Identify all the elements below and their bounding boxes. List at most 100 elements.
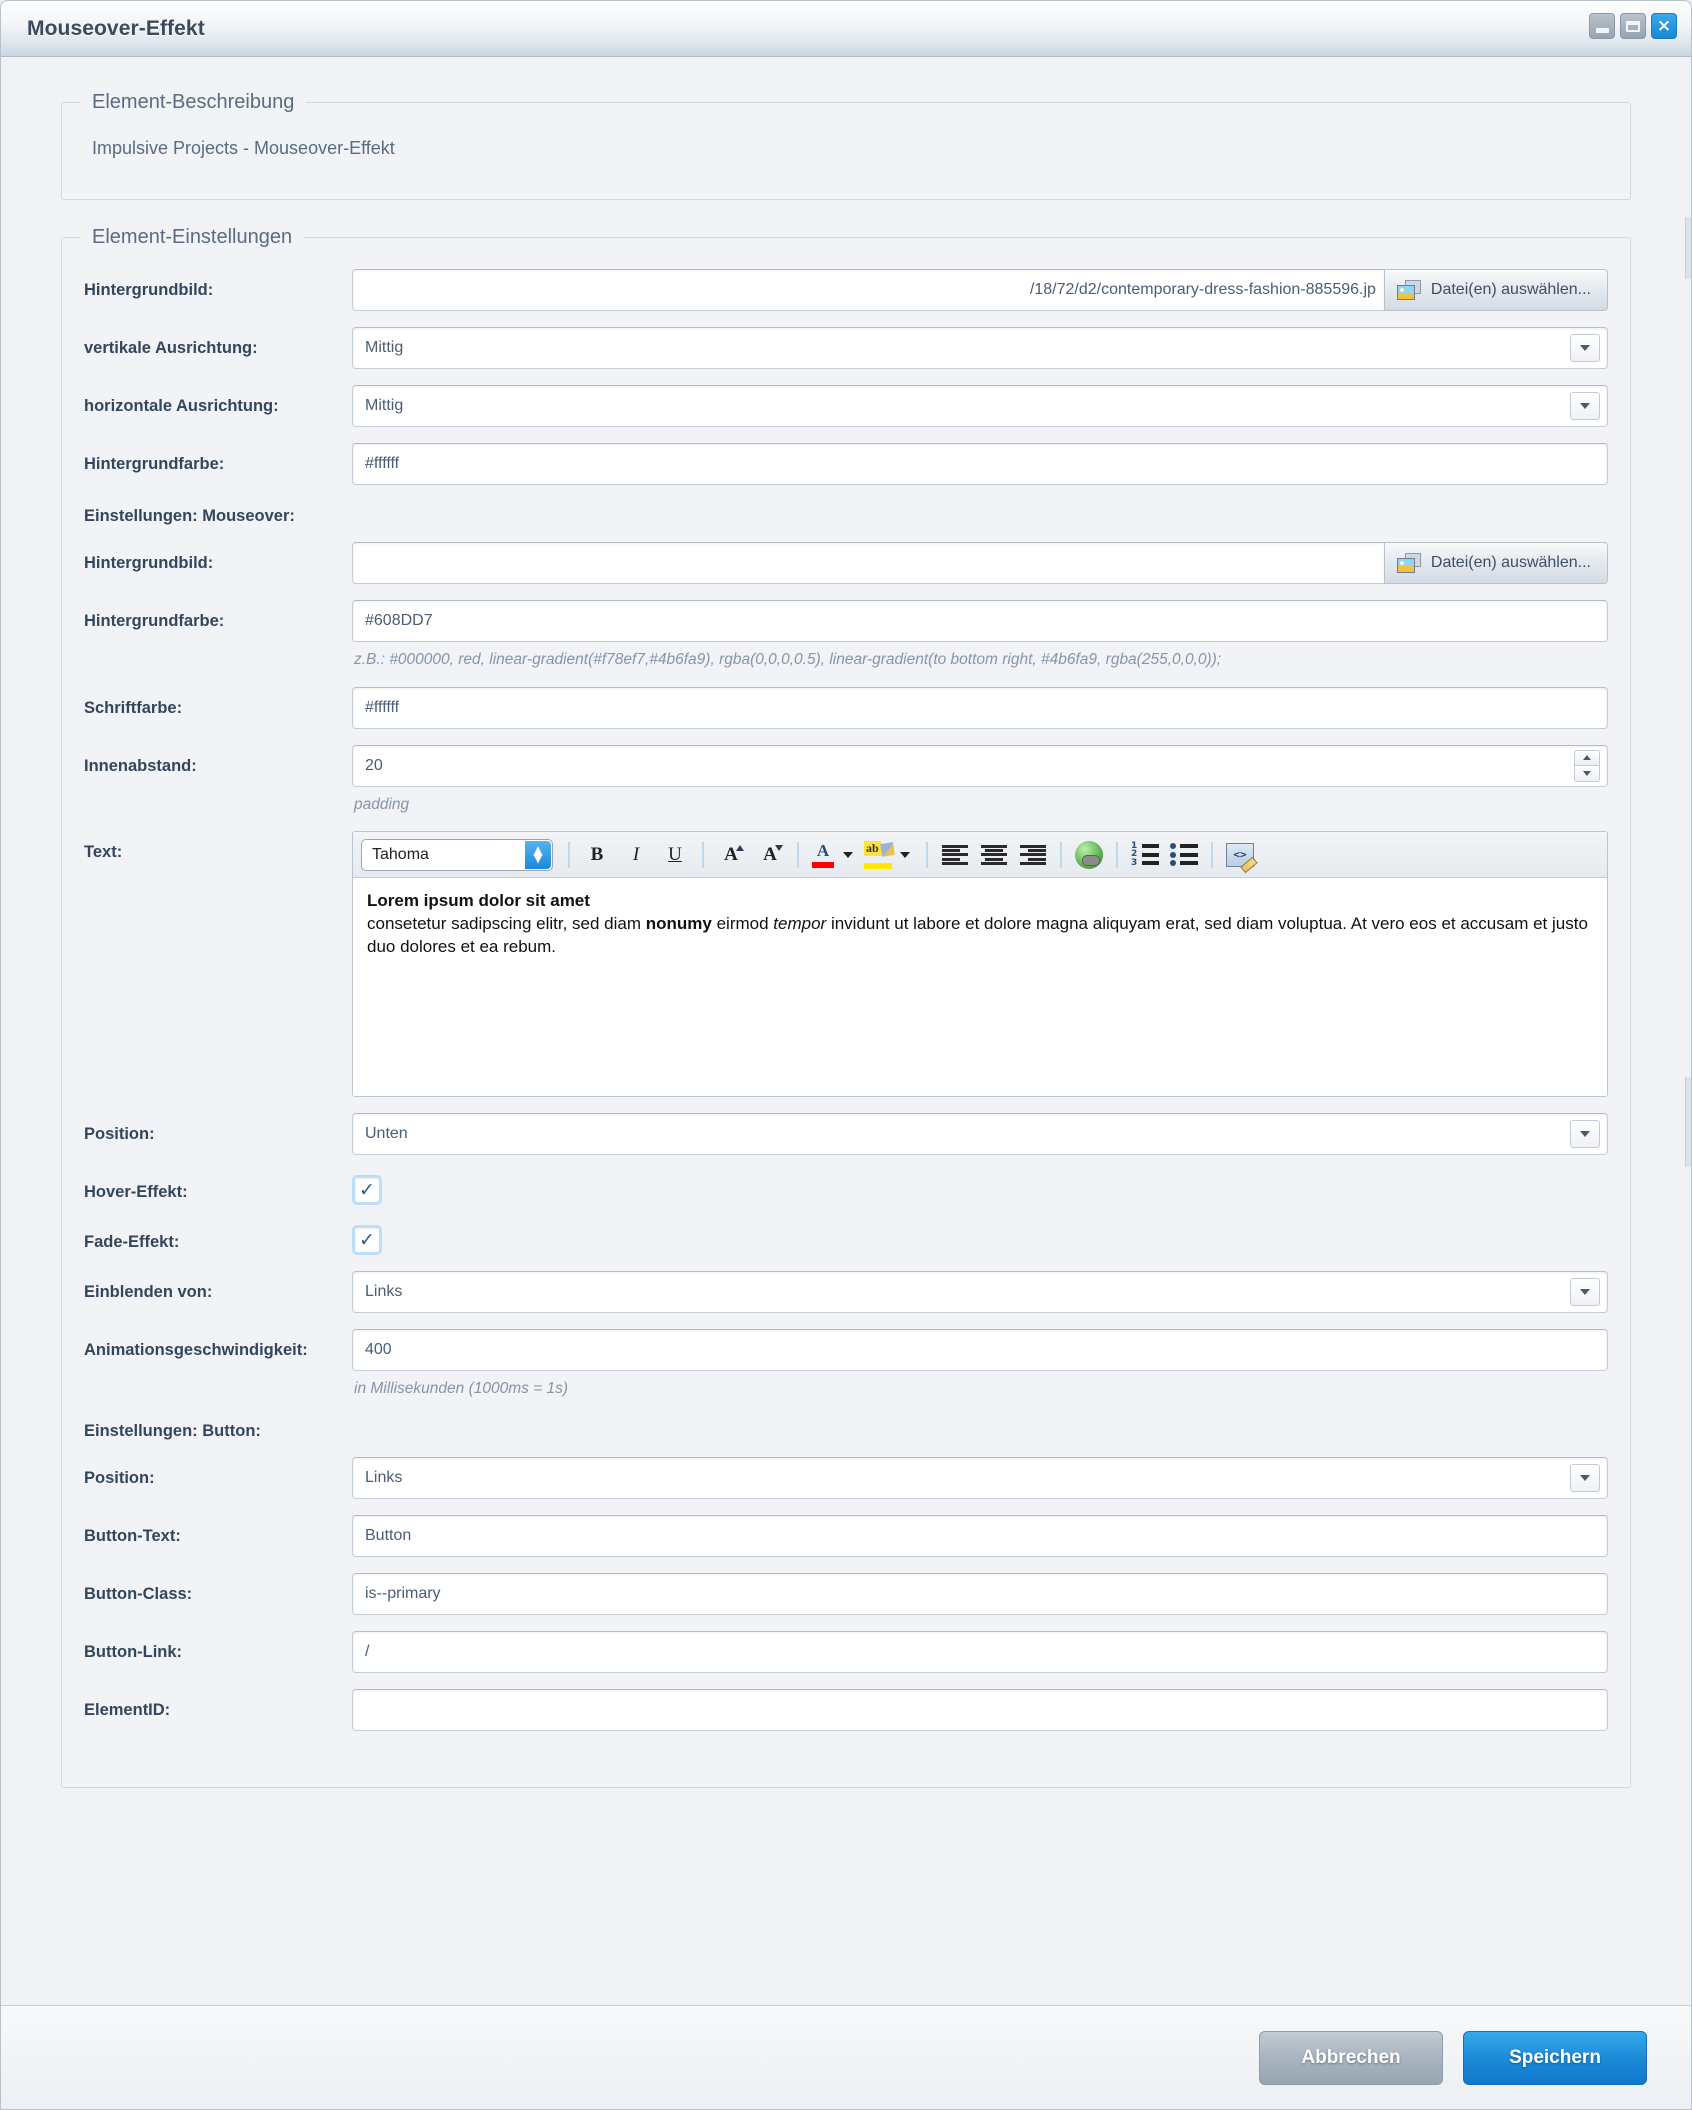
row-button-text: Button-Text: Button <box>84 1515 1608 1558</box>
insert-link-button[interactable] <box>1071 838 1107 872</box>
row-button-class: Button-Class: is--primary <box>84 1573 1608 1616</box>
control-horizontal-alignment: Mittig <box>352 385 1608 427</box>
label-element-id: ElementID: <box>84 1701 171 1720</box>
toolbar-separator <box>1116 841 1118 868</box>
input-mouseover-background-image[interactable] <box>352 542 1384 584</box>
control-background-image: /18/72/d2/contemporary-dress-fashion-885… <box>352 269 1608 311</box>
row-vertical-alignment: vertikale Ausrichtung: Mittig <box>84 327 1608 369</box>
align-center-button[interactable] <box>976 838 1012 872</box>
input-button-class[interactable]: is--primary <box>352 1573 1608 1616</box>
editor-text-bold: nonumy <box>645 914 712 934</box>
control-mouseover-background-image: Datei(en) auswählen... <box>352 542 1608 584</box>
control-background-color: #ffffff <box>352 443 1608 485</box>
row-background-image: Hintergrundbild: /18/72/d2/contemporary-… <box>84 269 1608 311</box>
label-font-color: Schriftfarbe: <box>84 698 183 717</box>
align-left-button[interactable] <box>937 838 973 872</box>
ordered-list-button[interactable]: 1 2 3 <box>1127 838 1163 872</box>
editor-content[interactable]: Lorem ipsum dolor sit amet consetetur sa… <box>353 878 1607 1096</box>
highlight-color-dropdown-icon[interactable] <box>900 851 910 858</box>
minimize-button[interactable] <box>1589 13 1615 39</box>
control-font-color: #ffffff <box>352 686 1608 729</box>
increase-font-size-button[interactable]: A <box>713 838 749 872</box>
toolbar-separator <box>702 841 704 868</box>
italic-button[interactable]: I <box>618 838 654 872</box>
label-button-link: Button-Link: <box>84 1643 183 1662</box>
row-text-editor: Text: Tahoma ▲ ▼ B I U A A A ab 1 2 3 <>… <box>84 831 1608 1098</box>
select-button-position[interactable]: Links <box>352 1457 1608 1500</box>
unordered-list-button[interactable] <box>1166 838 1202 872</box>
row-element-id: ElementID: <box>84 1689 1608 1732</box>
control-animation-speed: 400 in Millisekunden (1000ms = 1s) <box>352 1329 1608 1400</box>
maximize-icon <box>1626 20 1640 32</box>
highlight-icon: ab <box>864 840 881 856</box>
maximize-button[interactable] <box>1620 13 1646 39</box>
control-mouseover-background-color: #608DD7 z.B.: #000000, red, linear-gradi… <box>352 600 1608 671</box>
input-background-image[interactable]: /18/72/d2/contemporary-dress-fashion-885… <box>352 269 1384 311</box>
chevron-down-icon[interactable] <box>1570 1278 1600 1307</box>
editor-text-c: invidunt ut labore et dolore magna <box>826 914 1089 934</box>
label-mouseover-background-color: Hintergrundfarbe: <box>84 612 225 630</box>
font-family-stepper-icon[interactable]: ▲ ▼ <box>525 840 551 869</box>
label-text: Text: <box>84 843 123 862</box>
choose-files-button[interactable]: Datei(en) auswählen... <box>1383 269 1608 311</box>
dialog-window: Mouseover-Effekt × Element-Beschreibung … <box>0 0 1692 2110</box>
row-font-color: Schriftfarbe: #ffffff <box>84 686 1608 729</box>
toolbar-separator <box>797 841 799 868</box>
image-picker-icon <box>1396 553 1421 573</box>
toolbar-separator <box>568 841 570 868</box>
bold-button[interactable]: B <box>579 838 615 872</box>
highlight-color-button[interactable]: ab <box>863 840 895 870</box>
globe-link-icon <box>1075 840 1103 869</box>
input-mouseover-background-color[interactable]: #608DD7 <box>352 600 1608 642</box>
font-family-select[interactable]: Tahoma ▲ ▼ <box>361 838 553 871</box>
highlight-pen-icon <box>880 842 895 857</box>
input-padding[interactable]: 20 <box>352 744 1608 787</box>
select-vertical-alignment[interactable]: Mittig <box>352 327 1608 369</box>
control-hover-effect: ✓ <box>352 1171 1608 1206</box>
chevron-down-icon[interactable] <box>1570 392 1600 420</box>
padding-stepper[interactable] <box>1574 749 1600 782</box>
editor-content-paragraph: consetetur sadipscing elitr, sed diam no… <box>367 913 1593 959</box>
row-button-position: Position: Links <box>84 1457 1608 1500</box>
input-button-link[interactable]: / <box>352 1631 1608 1674</box>
select-mouseover-position[interactable]: Unten <box>352 1113 1608 1156</box>
font-family-value: Tahoma <box>372 845 429 863</box>
element-description-legend: Element-Beschreibung <box>92 91 295 113</box>
checkbox-hover-effect[interactable]: ✓ <box>352 1175 382 1206</box>
input-element-id[interactable] <box>352 1689 1608 1732</box>
stepper-down-icon[interactable] <box>1574 765 1600 782</box>
input-background-color[interactable]: #ffffff <box>352 443 1608 485</box>
select-fade-from[interactable]: Links <box>352 1271 1608 1314</box>
label-horizontal-alignment: horizontale Ausrichtung: <box>84 397 279 415</box>
underline-button[interactable]: U <box>657 838 693 872</box>
editor-text-b: eirmod <box>711 914 774 934</box>
decrease-font-size-button[interactable]: A <box>752 838 788 872</box>
select-horizontal-alignment[interactable]: Mittig <box>352 385 1608 427</box>
choose-files-button-mouseover[interactable]: Datei(en) auswählen... <box>1383 542 1608 584</box>
text-color-dropdown-icon[interactable] <box>843 851 853 858</box>
row-mouseover-background-color: Hintergrundfarbe: #608DD7 z.B.: #000000,… <box>84 600 1608 671</box>
element-settings-content: Hintergrundbild: /18/72/d2/contemporary-… <box>62 249 1630 1787</box>
dialog-footer: Abbrechen Speichern <box>1 2005 1691 2109</box>
input-animation-speed[interactable]: 400 <box>352 1329 1608 1372</box>
input-button-text[interactable]: Button <box>352 1515 1608 1558</box>
label-button-position: Position: <box>84 1469 155 1488</box>
toolbar-separator <box>1211 841 1213 868</box>
align-right-button[interactable] <box>1015 838 1051 872</box>
text-color-swatch <box>812 862 834 869</box>
heading-button-settings: Einstellungen: Button: <box>84 1422 261 1441</box>
label-fade-effect: Fade-Effekt: <box>84 1233 180 1252</box>
save-button[interactable]: Speichern <box>1463 2030 1647 2085</box>
cancel-button[interactable]: Abbrechen <box>1259 2030 1443 2085</box>
edit-source-button[interactable]: <> <box>1222 838 1258 872</box>
text-color-icon: A <box>816 841 830 861</box>
chevron-down-icon[interactable] <box>1570 334 1600 362</box>
chevron-down-icon[interactable] <box>1570 1120 1600 1149</box>
text-color-button[interactable]: A <box>808 840 838 870</box>
close-button[interactable]: × <box>1651 13 1677 39</box>
window-titlebar: Mouseover-Effekt × <box>1 1 1691 57</box>
input-font-color[interactable]: #ffffff <box>352 686 1608 729</box>
checkbox-fade-effect[interactable]: ✓ <box>352 1225 382 1256</box>
stepper-up-icon[interactable] <box>1574 749 1600 766</box>
chevron-down-icon[interactable] <box>1570 1464 1600 1493</box>
